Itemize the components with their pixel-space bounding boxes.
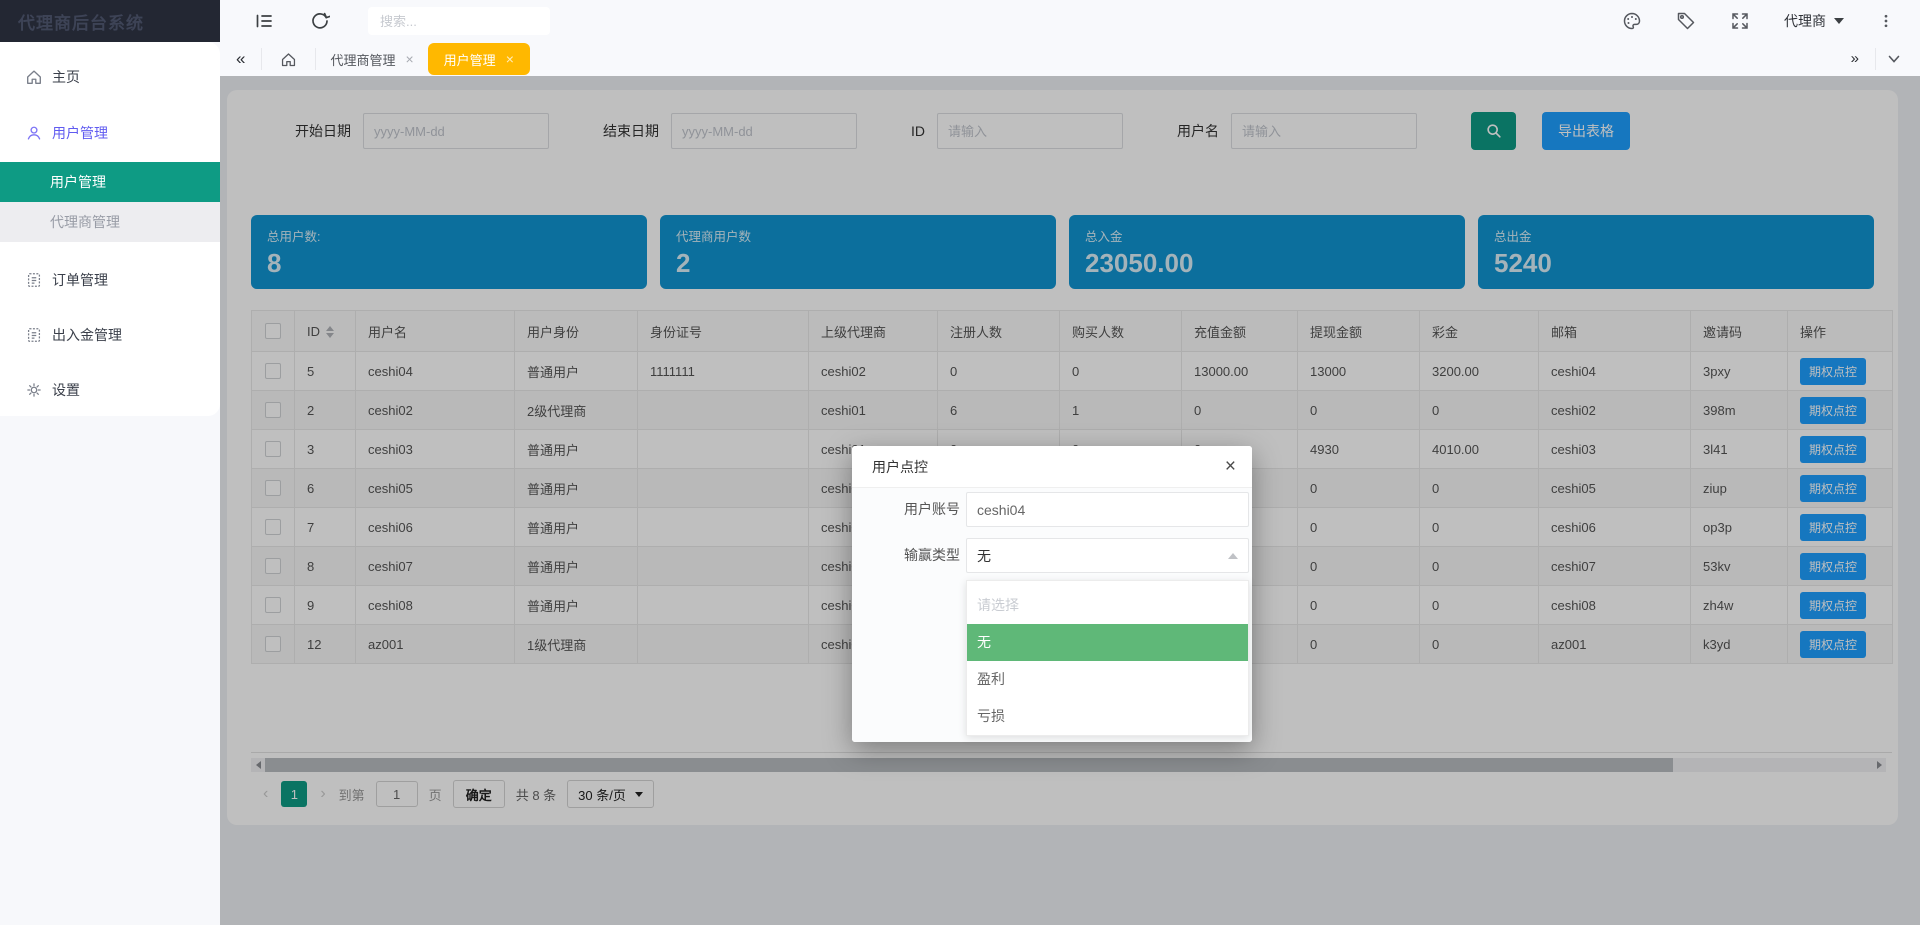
money-icon <box>25 326 43 344</box>
top-header: 代理商 <box>220 0 1920 42</box>
chevron-up-icon <box>1228 553 1238 559</box>
tabbar-right-controls: » <box>1835 42 1920 76</box>
chevron-down-icon <box>1834 18 1844 24</box>
refresh-icon[interactable] <box>310 11 330 31</box>
tag-icon[interactable] <box>1676 11 1696 31</box>
sidebar-item-label: 出入金管理 <box>52 325 122 345</box>
sidebar-item-label: 代理商管理 <box>50 212 120 232</box>
search-input[interactable] <box>368 7 550 35</box>
app-logo: 代理商后台系统 <box>0 0 220 42</box>
tab-bar: « 代理商管理 × 用户管理 × » <box>220 42 1920 76</box>
tabs-dropdown-icon[interactable] <box>1886 51 1902 67</box>
tabs-scroll-left[interactable]: « <box>220 42 261 76</box>
header-actions: 代理商 <box>1622 11 1920 31</box>
winloss-dropdown: 请选择无盈利亏损 <box>966 580 1249 736</box>
sidebar-item-home[interactable]: 主页 <box>0 57 220 97</box>
order-icon <box>25 271 43 289</box>
dropdown-option[interactable]: 亏损 <box>967 698 1248 735</box>
account-label: 用户账号 <box>872 492 960 527</box>
gear-icon <box>25 381 43 399</box>
username: 代理商 <box>1784 11 1826 31</box>
sidebar-subitem-user-management[interactable]: 用户管理 <box>0 162 220 202</box>
home-icon <box>25 68 43 86</box>
app-title: 代理商后台系统 <box>18 9 144 34</box>
tab-label: 代理商管理 <box>330 50 395 69</box>
user-menu[interactable]: 代理商 <box>1784 11 1844 31</box>
sidebar-item-order-management[interactable]: 订单管理 <box>0 260 220 300</box>
theme-palette-icon[interactable] <box>1622 11 1642 31</box>
close-icon[interactable]: × <box>1225 457 1236 476</box>
fullscreen-icon[interactable] <box>1730 11 1750 31</box>
dropdown-option[interactable]: 请选择 <box>967 587 1248 624</box>
sidebar-item-label: 用户管理 <box>50 172 106 192</box>
global-search <box>368 7 550 35</box>
user-icon <box>25 124 43 142</box>
sidebar-submenu: 用户管理 代理商管理 <box>0 162 220 242</box>
close-icon[interactable]: × <box>506 51 514 67</box>
sidebar-item-label: 主页 <box>52 67 80 87</box>
dropdown-option[interactable]: 无 <box>967 624 1248 661</box>
tab-label: 用户管理 <box>444 50 496 69</box>
sidebar-item-user-management[interactable]: 用户管理 <box>0 113 220 153</box>
sidebar-item-label: 设置 <box>52 380 80 400</box>
sidebar-subitem-agent-management[interactable]: 代理商管理 <box>0 202 220 242</box>
tab-user-management[interactable]: 用户管理 × <box>428 43 530 75</box>
tab-agent-management[interactable]: 代理商管理 × <box>316 42 427 76</box>
dropdown-option[interactable]: 盈利 <box>967 661 1248 698</box>
separator <box>1875 48 1876 70</box>
sidebar-item-label: 订单管理 <box>52 270 108 290</box>
tabs-scroll-right[interactable]: » <box>1835 42 1875 76</box>
modal-body: 用户账号 输赢类型 无 请选择无盈利亏损 <box>852 488 1252 742</box>
modal-header: 用户点控 × <box>852 446 1252 488</box>
sidebar-item-settings[interactable]: 设置 <box>0 370 220 410</box>
winloss-type-select[interactable]: 无 <box>966 538 1249 573</box>
sidebar-item-funds-management[interactable]: 出入金管理 <box>0 315 220 355</box>
home-icon <box>280 51 297 68</box>
close-icon[interactable]: × <box>405 51 413 67</box>
sidebar: 主页 用户管理 用户管理 代理商管理 订单管理 出入金管理 设置 <box>0 42 220 416</box>
select-value: 无 <box>977 546 991 566</box>
user-control-modal: 用户点控 × 用户账号 输赢类型 无 请选择无盈利亏损 <box>852 446 1252 742</box>
home-tab[interactable] <box>262 51 315 68</box>
modal-title: 用户点控 <box>872 457 928 477</box>
account-input[interactable] <box>966 492 1249 527</box>
sidebar-toggle-icon[interactable] <box>254 11 274 31</box>
sidebar-item-label: 用户管理 <box>52 123 108 143</box>
winloss-type-label: 输赢类型 <box>872 538 960 573</box>
kebab-menu-icon[interactable] <box>1878 11 1894 31</box>
